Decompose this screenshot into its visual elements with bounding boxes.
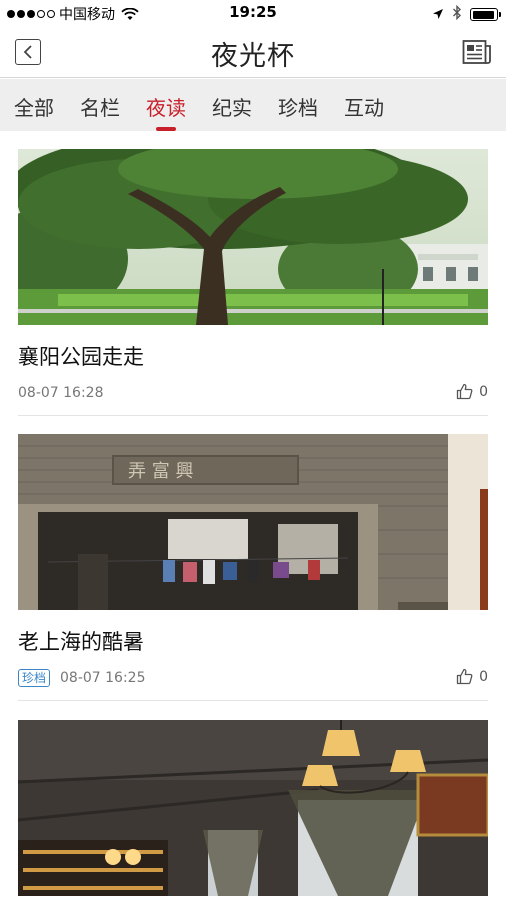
article-feed[interactable]: 襄阳公园走走 08-07 16:28 0 弄 富 興 老上海的酷暑 珍档 08-… (0, 131, 506, 900)
status-bar: 中国移动 19:25 (0, 0, 506, 26)
thumbs-up-icon (456, 383, 473, 400)
divider (18, 415, 488, 416)
carrier-name: 中国移动 (59, 7, 115, 23)
newspaper-icon (462, 40, 491, 64)
thumbs-up-icon (456, 668, 473, 685)
battery-icon (470, 8, 501, 21)
wifi-icon (121, 7, 139, 21)
signal-strength-icon (7, 10, 55, 18)
article-card[interactable] (18, 720, 488, 896)
category-tabs: 全部 名栏 夜读 纪实 珍档 互动 (0, 79, 506, 131)
bluetooth-icon (452, 4, 462, 24)
article-card[interactable]: 襄阳公园走走 08-07 16:28 0 (18, 149, 488, 416)
like-button[interactable]: 0 (456, 668, 488, 685)
article-title[interactable]: 襄阳公园走走 (18, 341, 488, 369)
tab-columns[interactable]: 名栏 (80, 79, 120, 131)
article-meta: 珍档 08-07 16:25 0 (18, 668, 488, 688)
tab-interaction[interactable]: 互动 (344, 79, 384, 131)
like-count: 0 (479, 383, 488, 400)
category-tag-badge[interactable]: 珍档 (18, 669, 51, 687)
like-count: 0 (479, 668, 488, 685)
article-title[interactable]: 老上海的酷暑 (18, 626, 488, 654)
article-time: 08-07 16:28 (18, 385, 104, 401)
article-time: 08-07 16:25 (60, 670, 146, 686)
location-arrow-icon (432, 6, 444, 24)
park-tree-photo[interactable] (18, 149, 488, 325)
battery-level (472, 10, 495, 19)
tab-archives[interactable]: 珍档 (278, 79, 318, 131)
page-title: 夜光杯 (211, 41, 295, 72)
tab-documentary[interactable]: 纪实 (212, 79, 252, 131)
nav-bar: 夜光杯 (0, 26, 506, 78)
old-alley-gate-photo[interactable]: 弄 富 興 (18, 434, 488, 610)
article-card[interactable]: 弄 富 興 老上海的酷暑 珍档 08-07 16:25 0 (18, 434, 488, 701)
newspaper-button[interactable] (462, 38, 492, 66)
like-button[interactable]: 0 (456, 383, 488, 400)
cafe-lamps-photo[interactable] (18, 720, 488, 896)
svg-text:弄 富 興: 弄 富 興 (128, 461, 193, 482)
article-meta: 08-07 16:28 0 (18, 383, 488, 403)
tab-night-reading[interactable]: 夜读 (146, 79, 186, 131)
tab-all[interactable]: 全部 (14, 79, 54, 131)
divider (18, 700, 488, 701)
